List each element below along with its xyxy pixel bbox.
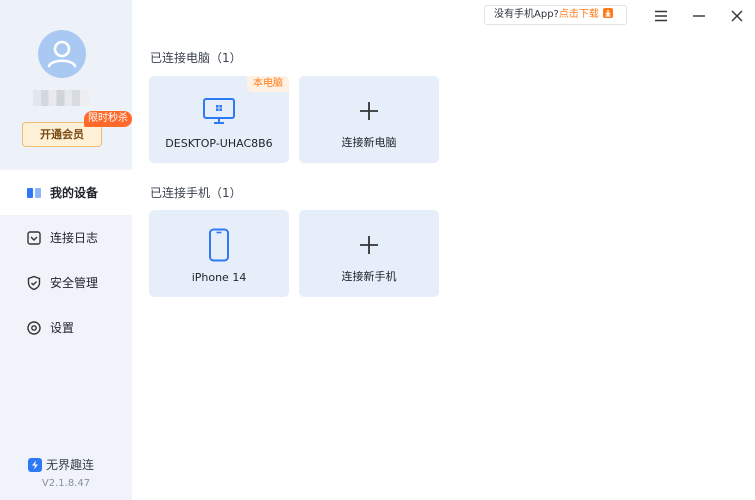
nav-item-connection-log[interactable]: 连接日志 [0,215,132,260]
profile-panel: 开通会员 限时秒杀 [0,0,132,168]
nav-item-settings[interactable]: 设置 [0,305,132,350]
avatar[interactable] [38,30,86,78]
connected-pcs-title: 已连接电脑（1） [150,51,242,65]
card-label: 连接新电脑 [341,136,397,149]
user-icon [47,40,77,68]
username-mosaic [33,90,89,106]
download-app-promo[interactable]: 没有手机App?点击下载 [484,5,627,25]
connect-new-phone-card[interactable]: 连接新手机 [299,210,439,297]
card-label: 连接新手机 [341,270,397,283]
vip-promo-badge: 限时秒杀 [84,111,132,127]
download-icon [603,8,614,18]
promo-text: 没有手机App? [494,9,559,20]
minimize-icon [693,15,705,17]
settings-icon [26,320,42,336]
close-icon [731,10,743,22]
brand-name: 无界趣连 [46,458,95,472]
nav-label: 连接日志 [50,231,99,245]
minimize-button[interactable] [687,4,711,28]
nav-label: 安全管理 [50,276,99,290]
sidebar-nav: 我的设备 连接日志 安全管理 设置 [0,170,132,350]
connect-new-pc-card[interactable]: 连接新电脑 [299,76,439,163]
phone-icon [209,228,229,262]
plus-icon [360,102,378,120]
monitor-icon [203,98,235,124]
app-version: V2.1.8.47 [41,478,91,489]
this-pc-tag: 本电脑 [247,76,289,92]
device-card-iphone[interactable]: iPhone 14 [149,210,289,297]
menu-icon [655,10,667,22]
devices-icon [26,185,42,201]
device-name: iPhone 14 [191,271,247,284]
nav-label: 我的设备 [50,186,99,200]
log-icon [26,230,42,246]
close-button[interactable] [725,4,749,28]
nav-item-security[interactable]: 安全管理 [0,260,132,305]
menu-button[interactable] [649,4,673,28]
shield-icon [26,275,42,291]
brand-logo-icon [28,457,42,472]
nav-item-my-devices[interactable]: 我的设备 [0,170,132,215]
plus-icon [360,236,378,254]
connected-phones-title: 已连接手机（1） [150,186,242,200]
device-name: DESKTOP-UHAC8B6 [165,137,273,150]
brand: 无界趣连 [28,456,94,473]
device-card-desktop[interactable]: 本电脑 DESKTOP-UHAC8B6 [149,76,289,163]
promo-download-link[interactable]: 点击下载 [559,9,599,20]
sidebar: 开通会员 限时秒杀 我的设备 连接日志 安全管理 设置 无界趣连 V2.1.8.… [0,0,132,500]
nav-label: 设置 [50,321,75,335]
